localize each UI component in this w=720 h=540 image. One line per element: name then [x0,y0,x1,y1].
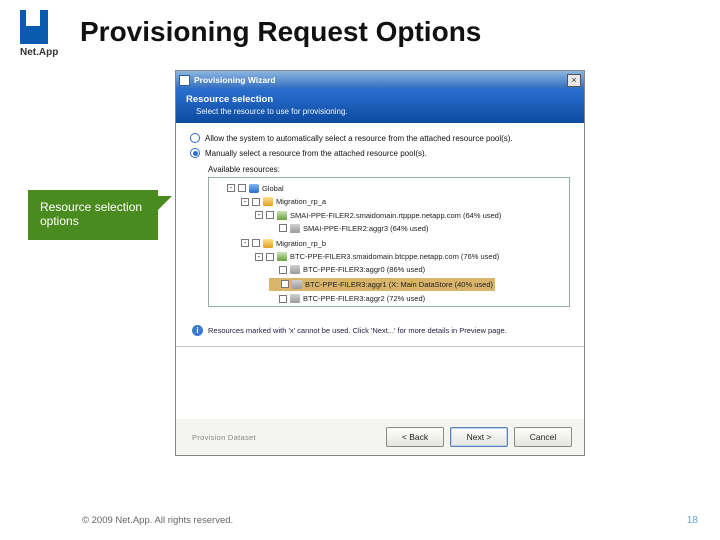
aggregate-icon [292,280,302,289]
logo-mark [20,10,48,44]
globe-icon [249,184,259,193]
wizard-banner: Resource selection Select the resource t… [176,89,584,123]
tree-label: BTC-PPE-FILER3:aggr2 (72% used) [303,292,425,305]
tree-node-rp-b-aggr1[interactable]: BTC-PPE-FILER3:aggr1 (X: Main DataStore … [269,278,565,293]
info-text: Resources marked with 'x' cannot be used… [208,326,507,335]
banner-subtitle: Select the resource to use for provision… [196,107,574,116]
tree-label: Migration_rp_a [276,195,326,208]
page-number: 18 [687,515,698,526]
aggregate-icon [290,224,300,233]
back-button[interactable]: < Back [386,427,444,447]
tree-label: Migration_rp_b [276,237,326,250]
tree-label: SMAI-PPE-FILER2.smaidomain.rtpppe.netapp… [290,209,501,222]
checkbox[interactable] [266,253,274,261]
radio-manual-row[interactable]: Manually select a resource from the atta… [190,148,570,158]
separator [176,346,584,347]
callout-resource-selection: Resource selection options [28,190,158,240]
footer-note: Provision Dataset [188,433,380,442]
logo-text: Net.App [20,47,70,58]
radio-manual[interactable] [190,148,200,158]
slide-title: Provisioning Request Options [80,16,481,48]
dialog-body: Allow the system to automatically select… [176,123,584,419]
dialog-footer: Provision Dataset < Back Next > Cancel [176,419,584,455]
tree-node-rp-a[interactable]: - Migration_rp_a - SMAI-PPE-FILER2.smaidom… [241,195,565,237]
tree-label: SMAI-PPE-FILER2:aggr3 (64% used) [303,222,428,235]
resources-tree[interactable]: - Global - Migration_rp_a - SMAI-PPE-FILER2… [208,177,570,307]
titlebar[interactable]: Provisioning Wizard × [176,71,584,89]
titlebar-text: Provisioning Wizard [194,75,567,85]
checkbox[interactable] [238,184,246,192]
tree-node-rp-a-filer[interactable]: - SMAI-PPE-FILER2.smaidomain.rtpppe.netap… [255,208,565,236]
checkbox[interactable] [252,239,260,247]
radio-auto-row[interactable]: Allow the system to automatically select… [190,133,570,143]
filer-icon [277,211,287,220]
tree-node-rp-b-filer[interactable]: - BTC-PPE-FILER3.smaidomain.btcppe.netapp… [255,250,565,307]
info-row: i Resources marked with 'x' cannot be us… [192,325,570,336]
tree-node-rp-a-aggr[interactable]: SMAI-PPE-FILER2:aggr3 (64% used) [269,222,565,237]
checkbox[interactable] [252,198,260,206]
netapp-logo: Net.App [20,10,70,58]
next-button[interactable]: Next > [450,427,508,447]
tree-label: BTC-PPE-FILER3.smaidomain.btcppe.netapp.… [290,250,499,263]
twisty-icon[interactable]: - [241,239,249,247]
group-icon [263,239,273,248]
radio-auto[interactable] [190,133,200,143]
tree-node-rp-b-aggr0[interactable]: BTC-PPE-FILER3:aggr0 (86% used) [269,263,565,278]
slide-footer: © 2009 Net.App. All rights reserved. [82,515,233,526]
provisioning-wizard-dialog: Provisioning Wizard × Resource selection… [175,70,585,456]
banner-title: Resource selection [186,94,574,105]
callout-text: Resource selection options [40,200,142,228]
twisty-icon[interactable]: - [255,253,263,261]
tree-label: BTC-PPE-FILER3:aggr0 (86% used) [303,263,425,276]
aggregate-icon [290,265,300,274]
radio-manual-label: Manually select a resource from the atta… [205,149,427,158]
tree-node-global[interactable]: - Global - Migration_rp_a - SMAI-PPE-FILER2… [227,181,565,307]
app-icon [179,75,190,86]
info-icon: i [192,325,203,336]
close-button[interactable]: × [567,74,581,87]
checkbox[interactable] [266,211,274,219]
radio-auto-label: Allow the system to automatically select… [205,134,513,143]
aggregate-icon [290,294,300,303]
tree-node-rp-b-aggr2[interactable]: BTC-PPE-FILER3:aggr2 (72% used) [269,292,565,307]
available-resources-label: Available resources: [208,165,570,174]
filer-icon [277,252,287,261]
twisty-icon[interactable]: - [255,211,263,219]
checkbox[interactable] [279,295,287,303]
tree-node-rp-b[interactable]: - Migration_rp_b - BTC-PPE-FILER3.smaidoma… [241,236,565,307]
tree-label: Global [262,182,284,195]
tree-label: BTC-PPE-FILER3:aggr1 (X: Main DataStore … [305,278,493,291]
cancel-button[interactable]: Cancel [514,427,572,447]
checkbox[interactable] [279,266,287,274]
checkbox[interactable] [281,280,289,288]
twisty-icon[interactable]: - [227,184,235,192]
twisty-icon[interactable]: - [241,198,249,206]
checkbox[interactable] [279,224,287,232]
group-icon [263,197,273,206]
